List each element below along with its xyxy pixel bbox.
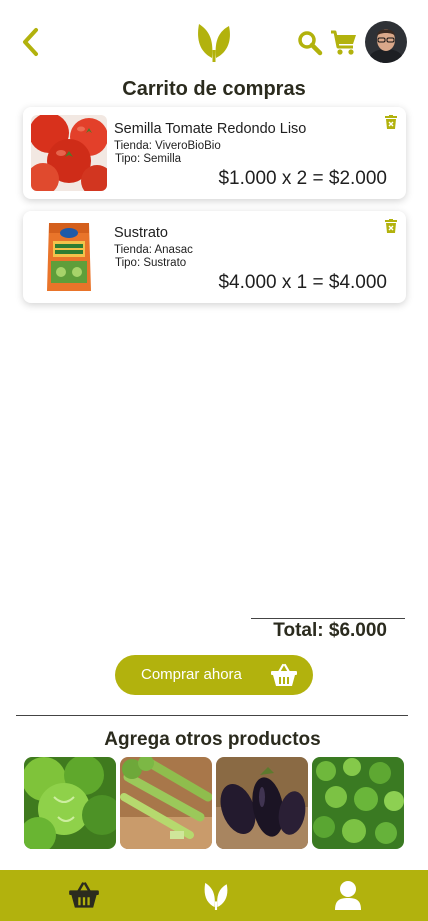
nav-profile-button[interactable] [332, 880, 364, 910]
nav-cart-button[interactable] [68, 880, 100, 910]
cart-total: Total: $6.000 [273, 620, 387, 641]
nav-home-button[interactable] [200, 880, 232, 910]
search-icon [298, 31, 323, 56]
suggested-products [24, 757, 408, 849]
page-title: Carrito de compras [122, 78, 306, 100]
section-divider [16, 715, 408, 716]
cart-item: Sustrato Tienda: Anasac Tipo: Sustrato $… [23, 211, 406, 303]
total-divider [251, 618, 405, 619]
delete-item-button[interactable] [385, 219, 397, 233]
bottom-navigation [0, 870, 428, 921]
product-image-substrate-bag [31, 219, 107, 295]
trash-icon [385, 219, 397, 233]
back-button[interactable] [18, 26, 46, 58]
shopping-cart-icon [331, 30, 356, 55]
item-price: $4.000 x 1 = $4.000 [218, 272, 387, 293]
leaf-logo-icon [196, 20, 232, 62]
suggestions-title: Agrega otros productos [104, 729, 321, 750]
buy-now-label: Comprar ahora [141, 666, 242, 683]
item-name: Sustrato [114, 225, 168, 241]
suggested-product-celery[interactable] [120, 757, 212, 849]
item-name: Semilla Tomate Redondo Liso [114, 121, 307, 137]
item-type: Tipo: Sustrato [115, 257, 187, 269]
user-icon [335, 881, 361, 910]
basket-icon [271, 663, 297, 686]
suggested-product-oregano[interactable] [312, 757, 404, 849]
cart-button[interactable] [330, 30, 358, 56]
cart-item: Semilla Tomate Redondo Liso Tienda: Vive… [23, 107, 406, 199]
delete-item-button[interactable] [385, 115, 397, 129]
chevron-left-icon [23, 28, 38, 56]
item-store: Tienda: Anasac [114, 244, 193, 256]
trash-icon [385, 115, 397, 129]
product-image-tomatoes [31, 115, 107, 191]
leaf-icon [204, 882, 228, 910]
item-store: Tienda: ViveroBioBio [114, 140, 221, 152]
suggested-product-eggplant[interactable] [216, 757, 308, 849]
header [0, 0, 428, 80]
user-avatar[interactable] [365, 21, 407, 63]
basket-icon [69, 882, 99, 908]
item-type: Tipo: Semilla [115, 153, 182, 165]
item-price: $1.000 x 2 = $2.000 [218, 168, 387, 189]
buy-now-button[interactable]: Comprar ahora [115, 655, 313, 695]
search-button[interactable] [297, 30, 323, 56]
suggested-product-lettuce[interactable] [24, 757, 116, 849]
